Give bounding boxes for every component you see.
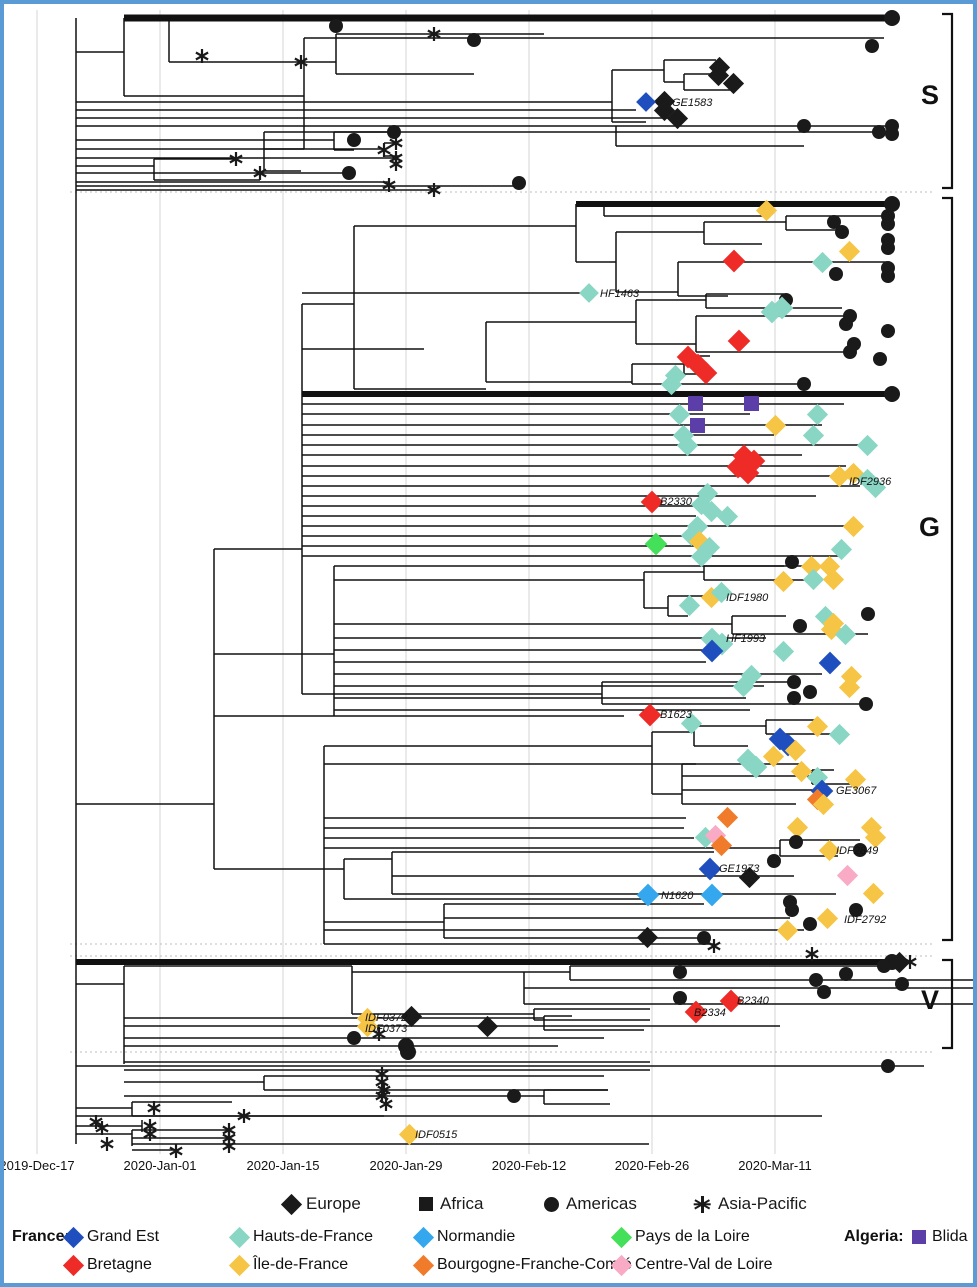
legend-region-label: Grand Est <box>87 1228 160 1245</box>
legend-region-normandie: Normandie <box>412 1226 516 1248</box>
legend-region-label: Hauts-de-France <box>253 1228 374 1245</box>
tip-label: GE1973 <box>719 863 760 875</box>
figure-root: GE1583 HF1463 IDF2936 B2330 IDF1980 HF1993 B16… <box>0 0 977 1287</box>
tip-label: N1620 <box>661 890 694 902</box>
legend-region-label: Bourgogne-Franche-Comté <box>437 1256 632 1273</box>
diamond-marker-icon <box>280 1193 303 1215</box>
time-axis: 2019-Dec-17 2020-Jan-01 2020-Jan-15 2020-Ja… <box>4 1156 973 1186</box>
legend-item-europe: Europe <box>280 1193 361 1215</box>
tip-label: IDF2849 <box>836 845 878 857</box>
legend-item-americas: Americas <box>544 1194 637 1214</box>
tip-label: IDF2792 <box>844 914 886 926</box>
tip-label: HF1993 <box>726 633 766 645</box>
legend-continents: Europe Africa Americas Asia-Pacific <box>4 1192 973 1222</box>
legend-region-centre-val-de-loire: Centre-Val de Loire <box>610 1254 773 1276</box>
legend-region-label: Île-de-France <box>253 1256 349 1273</box>
diamond-marker-icon <box>412 1254 435 1276</box>
legend-region-label: Pays de la Loire <box>635 1228 750 1245</box>
legend-item-asia-pacific: Asia-Pacific <box>694 1194 807 1214</box>
legend-item-label: Americas <box>566 1194 637 1213</box>
legend-region-pays-de-la-loire: Pays de la Loire <box>610 1226 750 1248</box>
axis-tick-label: 2020-Feb-26 <box>614 1158 690 1173</box>
diamond-marker-icon <box>62 1226 85 1248</box>
tip-label: GE1583 <box>672 97 713 109</box>
diamond-marker-icon <box>610 1254 633 1276</box>
diamond-marker-icon <box>610 1226 633 1248</box>
legend-item-label: Asia-Pacific <box>718 1194 807 1213</box>
tip-label: IDF0515 <box>415 1129 458 1141</box>
axis-tick-label: 2020-Jan-01 <box>123 1158 197 1173</box>
diamond-marker-icon <box>412 1226 435 1248</box>
tip-label: B2334 <box>694 1007 726 1019</box>
square-marker-icon <box>912 1230 926 1244</box>
legend-region-blida: Blida <box>912 1228 968 1246</box>
legend-region--le-de-france: Île-de-France <box>228 1254 349 1276</box>
clade-label-S: S <box>921 80 940 110</box>
square-marker-icon <box>419 1197 433 1211</box>
clade-label-V: V <box>921 985 940 1015</box>
circle-marker-icon <box>544 1196 559 1212</box>
tip-label: IDF1980 <box>726 592 769 604</box>
axis-tick-label: 2020-Jan-15 <box>246 1158 320 1173</box>
diamond-marker-icon <box>228 1254 251 1276</box>
tip-label: B1623 <box>660 709 693 721</box>
legend-region-bourgogne-franche-comt-: Bourgogne-Franche-Comté <box>412 1254 632 1276</box>
tip-label: IDF0373 <box>365 1023 408 1035</box>
legend-item-label: Africa <box>440 1194 484 1213</box>
tip-label: B2330 <box>660 496 693 508</box>
legend: Europe Africa Americas Asia-Pacific France:… <box>4 1192 973 1283</box>
phylogenetic-tree-plot: GE1583 HF1463 IDF2936 B2330 IDF1980 HF1993 B16… <box>36 10 973 1160</box>
star-marker-icon <box>694 1195 712 1213</box>
legend-regions: France: Grand Est Bretagne Hauts-de-France Î… <box>4 1226 973 1283</box>
legend-region-grand-est: Grand Est <box>62 1226 160 1248</box>
tip-label: HF1463 <box>600 288 640 300</box>
diamond-marker-icon <box>228 1226 251 1248</box>
legend-region-hauts-de-france: Hauts-de-France <box>228 1226 374 1248</box>
axis-tick-label: 2020-Mar-11 <box>738 1158 812 1173</box>
legend-france-title: France: <box>12 1228 70 1245</box>
axis-tick-label: 2019-Dec-17 <box>0 1158 75 1173</box>
legend-region-label: Blida <box>932 1228 968 1245</box>
legend-algeria-title: Algeria: <box>844 1228 904 1245</box>
clade-brackets <box>942 12 954 1050</box>
axis-tick-label: 2020-Feb-12 <box>491 1158 567 1173</box>
tree-branches <box>75 14 973 1151</box>
axis-tick-label: 2020-Jan-29 <box>369 1158 443 1173</box>
tip-label: GE3067 <box>836 785 877 797</box>
clade-label-G: G <box>919 512 941 542</box>
legend-item-label: Europe <box>306 1194 361 1213</box>
legend-region-label: Centre-Val de Loire <box>635 1256 773 1273</box>
legend-region-label: Bretagne <box>87 1256 152 1273</box>
legend-region-bretagne: Bretagne <box>62 1254 152 1276</box>
legend-item-africa: Africa <box>419 1194 483 1214</box>
tip-label: IDF2936 <box>849 476 892 488</box>
tip-label: B2340 <box>737 995 770 1007</box>
diamond-marker-icon <box>62 1254 85 1276</box>
legend-region-label: Normandie <box>437 1228 516 1245</box>
